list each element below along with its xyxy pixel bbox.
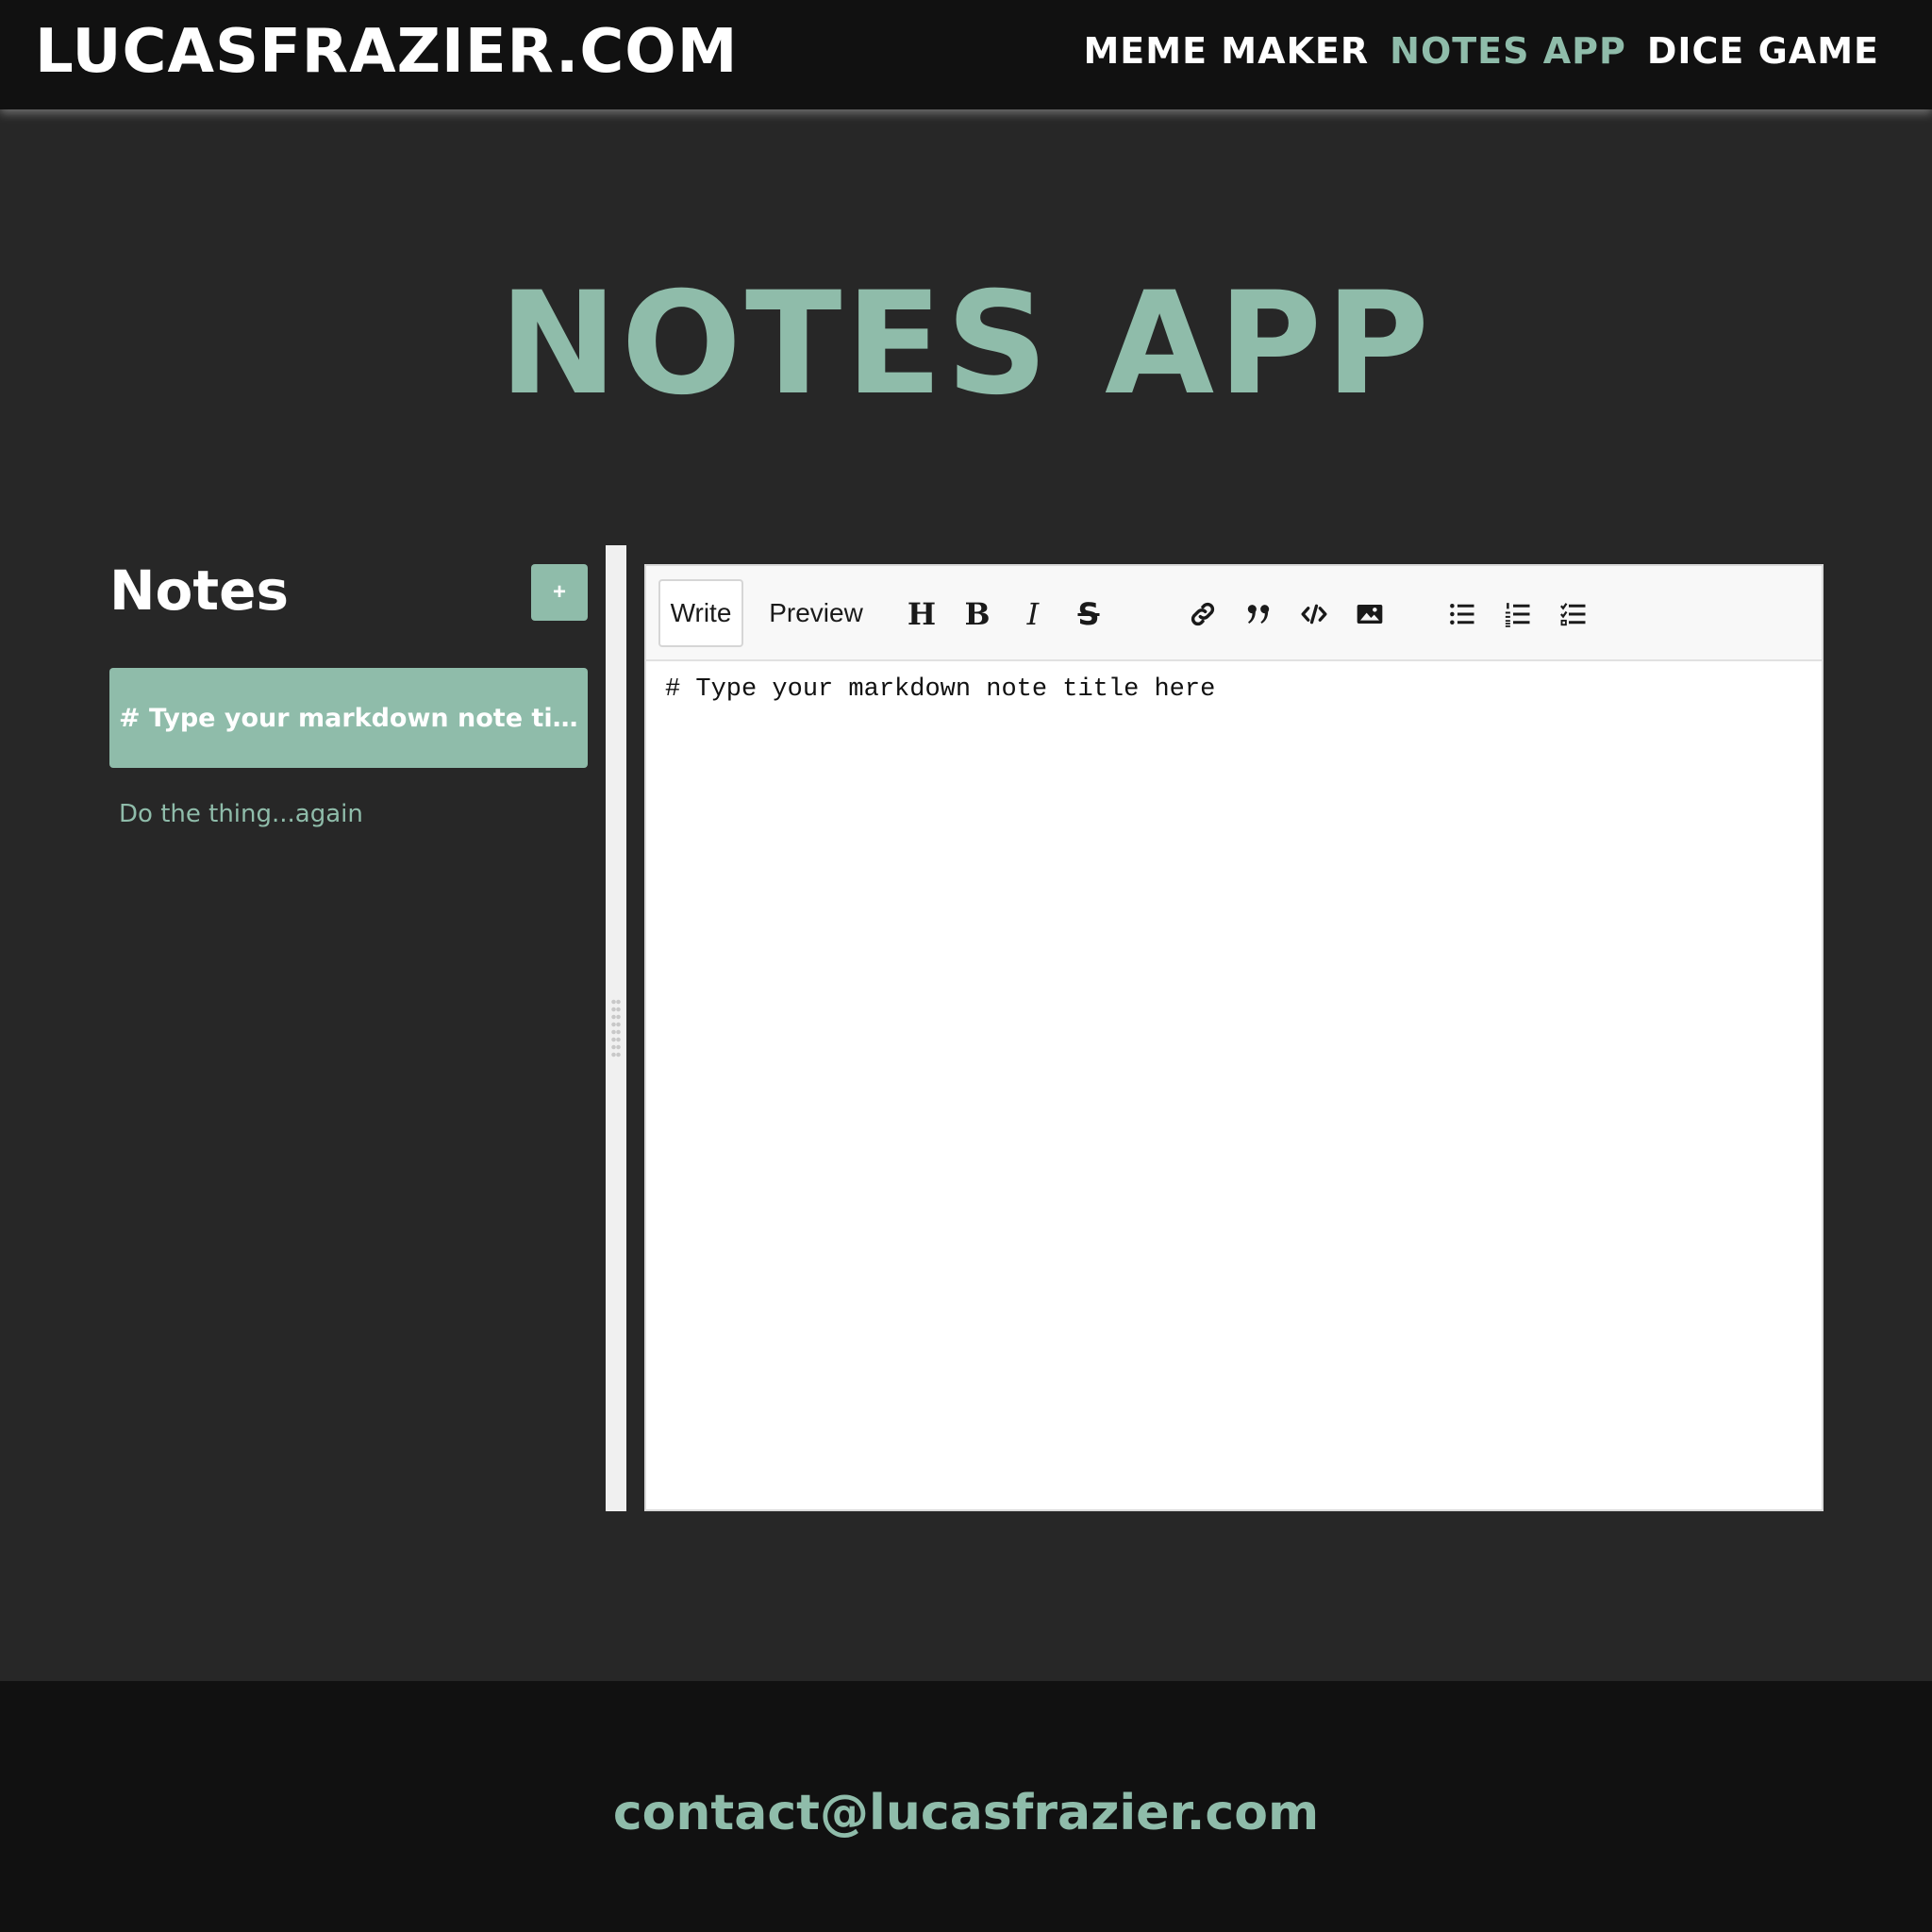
code-button[interactable] <box>1293 591 1335 638</box>
italic-icon: I <box>1026 596 1040 632</box>
image-icon <box>1357 605 1383 624</box>
bold-button[interactable]: B <box>957 591 998 638</box>
link-button[interactable] <box>1182 591 1224 638</box>
code-icon <box>1301 604 1327 625</box>
quote-button[interactable] <box>1238 591 1279 638</box>
quote-icon <box>1247 605 1270 624</box>
ordered-list-icon <box>1505 603 1530 627</box>
site-brand-logo[interactable]: LUCASFRAZIER.COM <box>35 17 738 87</box>
note-list-item-label: # Type your markdown note title here <box>119 703 578 733</box>
nav-link-meme-maker[interactable]: MEME MAKER <box>1083 30 1369 72</box>
strikethrough-icon: S <box>1077 596 1100 632</box>
note-list-item[interactable]: Do the thing...again <box>119 800 363 828</box>
unordered-list-button[interactable] <box>1441 591 1483 638</box>
nav-link-notes-app[interactable]: NOTES APP <box>1390 30 1626 72</box>
link-icon <box>1191 602 1215 626</box>
notes-sidebar-title: Notes <box>109 558 289 623</box>
drag-handle-icon <box>611 998 621 1058</box>
note-list-item-selected[interactable]: # Type your markdown note title here <box>109 668 588 768</box>
heading-icon: H <box>907 596 937 632</box>
ordered-list-button[interactable] <box>1497 591 1539 638</box>
add-note-button[interactable]: + <box>531 564 588 621</box>
heading-button[interactable]: H <box>901 591 942 638</box>
tab-write[interactable]: Write <box>658 579 743 647</box>
split-pane-resizer[interactable] <box>606 545 626 1511</box>
site-footer: contact@lucasfrazier.com <box>0 1681 1932 1932</box>
bold-icon: B <box>964 596 991 632</box>
unordered-list-icon <box>1450 604 1474 625</box>
editor-toolbar: Write Preview H B I S <box>646 566 1822 661</box>
editor-textarea[interactable]: # Type your markdown note title here <box>665 675 1803 704</box>
strikethrough-button[interactable]: S <box>1068 591 1109 638</box>
tab-preview[interactable]: Preview <box>755 579 877 647</box>
italic-button[interactable]: I <box>1012 591 1054 638</box>
main-nav: MEME MAKER NOTES APP DICE GAME <box>1083 30 1879 72</box>
page-title: NOTES APP <box>498 262 1434 426</box>
image-button[interactable] <box>1349 591 1391 638</box>
nav-link-dice-game[interactable]: DICE GAME <box>1647 30 1879 72</box>
checked-list-button[interactable] <box>1553 591 1594 638</box>
markdown-editor: Write Preview H B I S # Type your markdo… <box>644 564 1824 1511</box>
checked-list-icon <box>1560 603 1586 626</box>
top-navbar: LUCASFRAZIER.COM MEME MAKER NOTES APP DI… <box>0 0 1932 109</box>
contact-email-link[interactable]: contact@lucasfrazier.com <box>0 1785 1932 1841</box>
